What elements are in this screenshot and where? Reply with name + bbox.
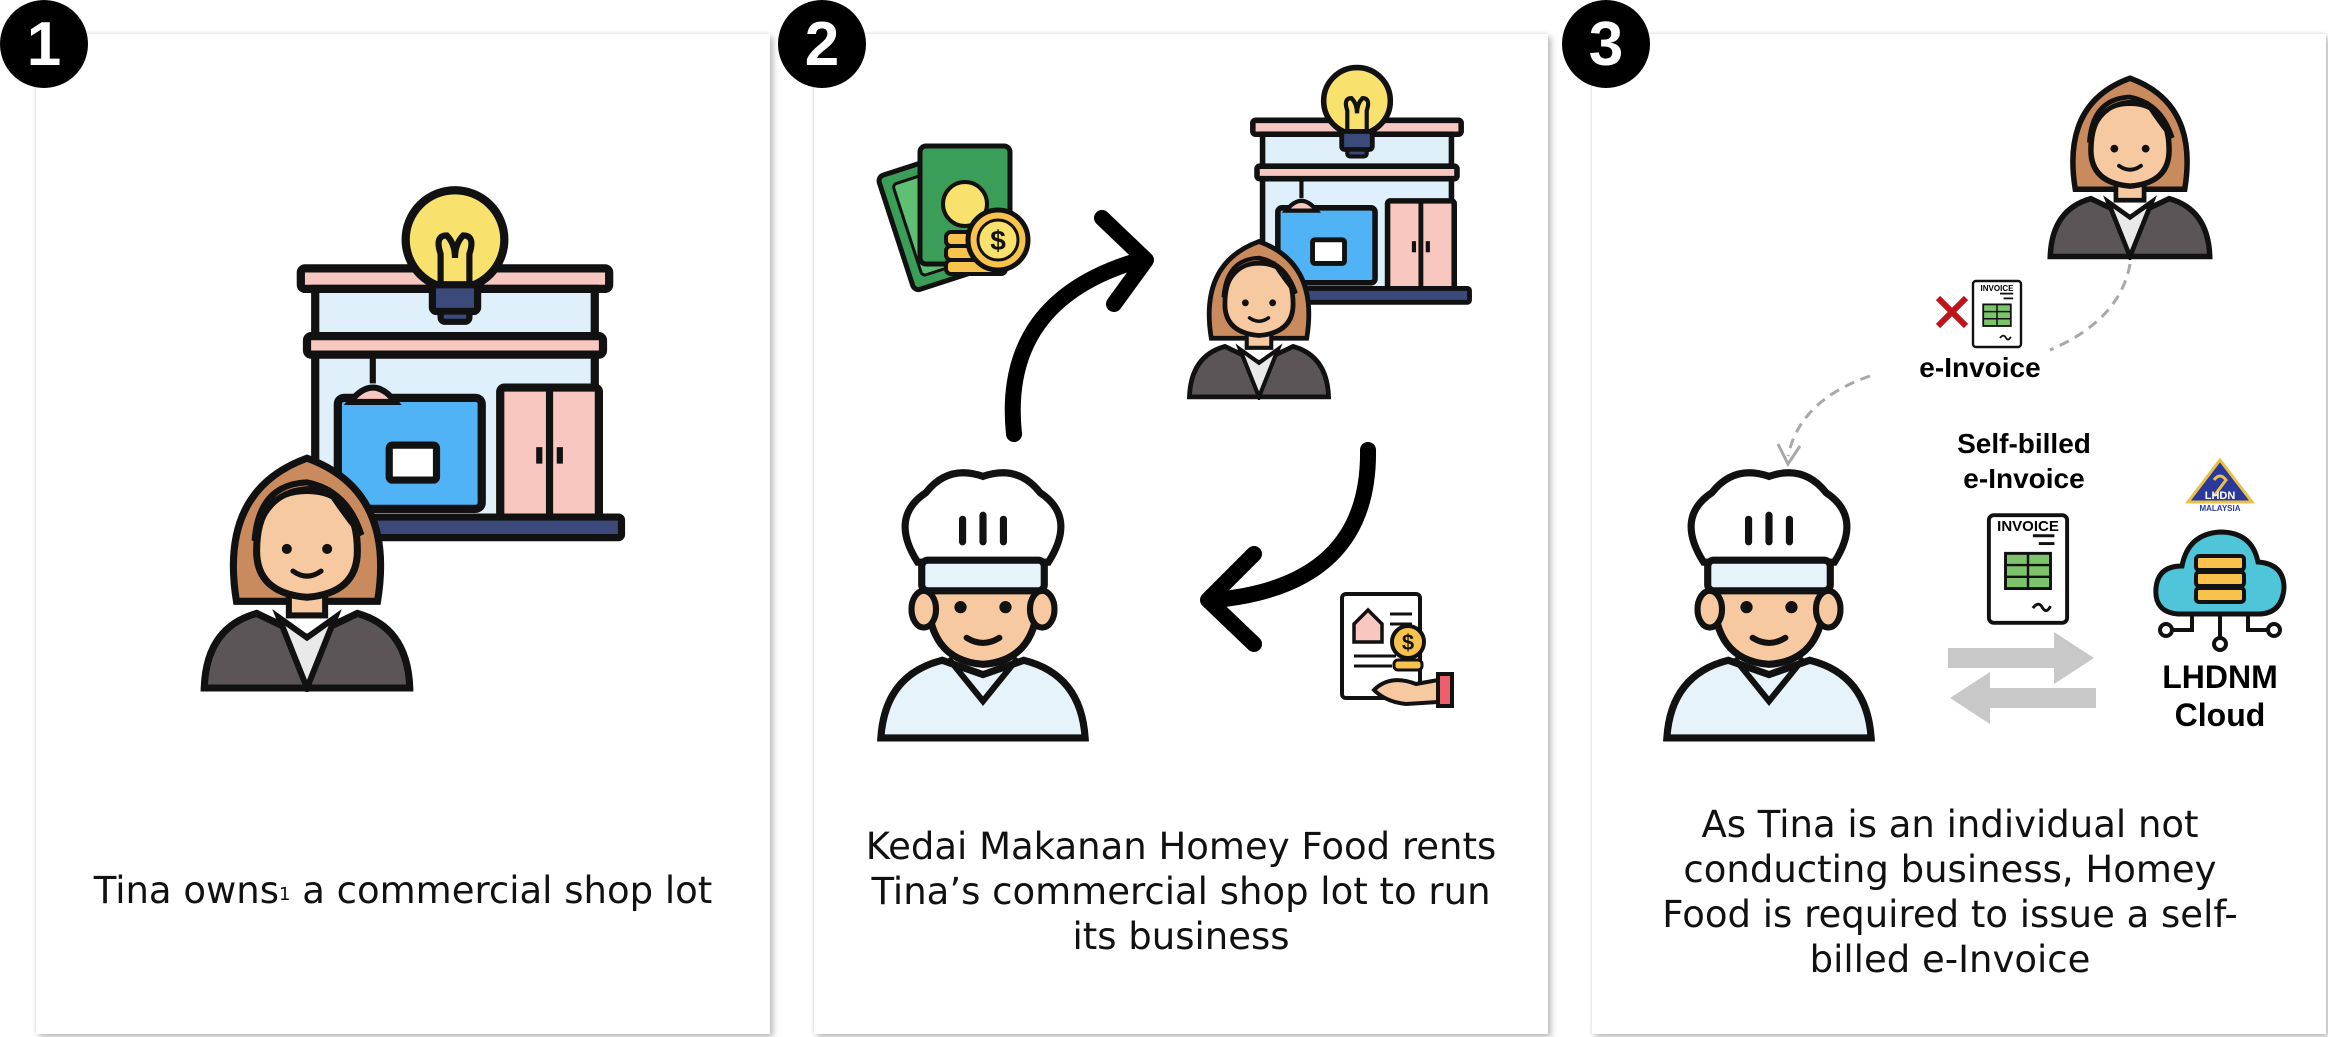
step-2-badge: 2	[778, 0, 866, 88]
step-3-badge: 3	[1562, 0, 1650, 88]
panel-1-caption: Tina owns1 a commercial shop lot	[36, 868, 770, 913]
rejected-cross-icon	[1935, 295, 1969, 329]
einvoice-label: e-Invoice	[1919, 352, 2041, 383]
caption-owns: Tina owns	[93, 869, 279, 912]
chef-icon	[1644, 456, 1894, 742]
cloud-server-icon	[2153, 529, 2287, 652]
businesswoman-icon	[2044, 56, 2216, 260]
lhdn-logo-subtext: MALAYSIA	[2199, 504, 2241, 513]
lhdn-logo-text: LHDN	[2204, 490, 2236, 502]
businesswoman-icon	[196, 430, 418, 692]
invoice-doc-text-large: INVOICE	[1997, 518, 2059, 535]
businesswoman-icon	[1184, 222, 1334, 400]
panel-3-caption: As Tina is an individual not conducting …	[1662, 803, 2238, 981]
lhdnm-cloud-label: LHDNM Cloud	[2162, 659, 2278, 733]
exchange-arrows-icon	[1948, 632, 2096, 724]
panel-2-caption: Kedai Makanan Homey Food rents Tina’s co…	[865, 825, 1497, 958]
self-billed-label: Self-billed e-Invoice	[1957, 428, 2091, 494]
step-1-badge: 1	[0, 0, 88, 88]
svg-text:$: $	[1402, 630, 1414, 655]
arrow-to-tenant-icon	[1200, 442, 1377, 652]
chef-icon	[858, 456, 1108, 742]
arrow-to-owner-icon	[1004, 210, 1154, 442]
footnote-marker: 1	[279, 884, 291, 905]
caption-shop-lot: a commercial shop lot	[290, 869, 713, 912]
invoice-doc-text-small: INVOICE	[1980, 284, 2014, 293]
